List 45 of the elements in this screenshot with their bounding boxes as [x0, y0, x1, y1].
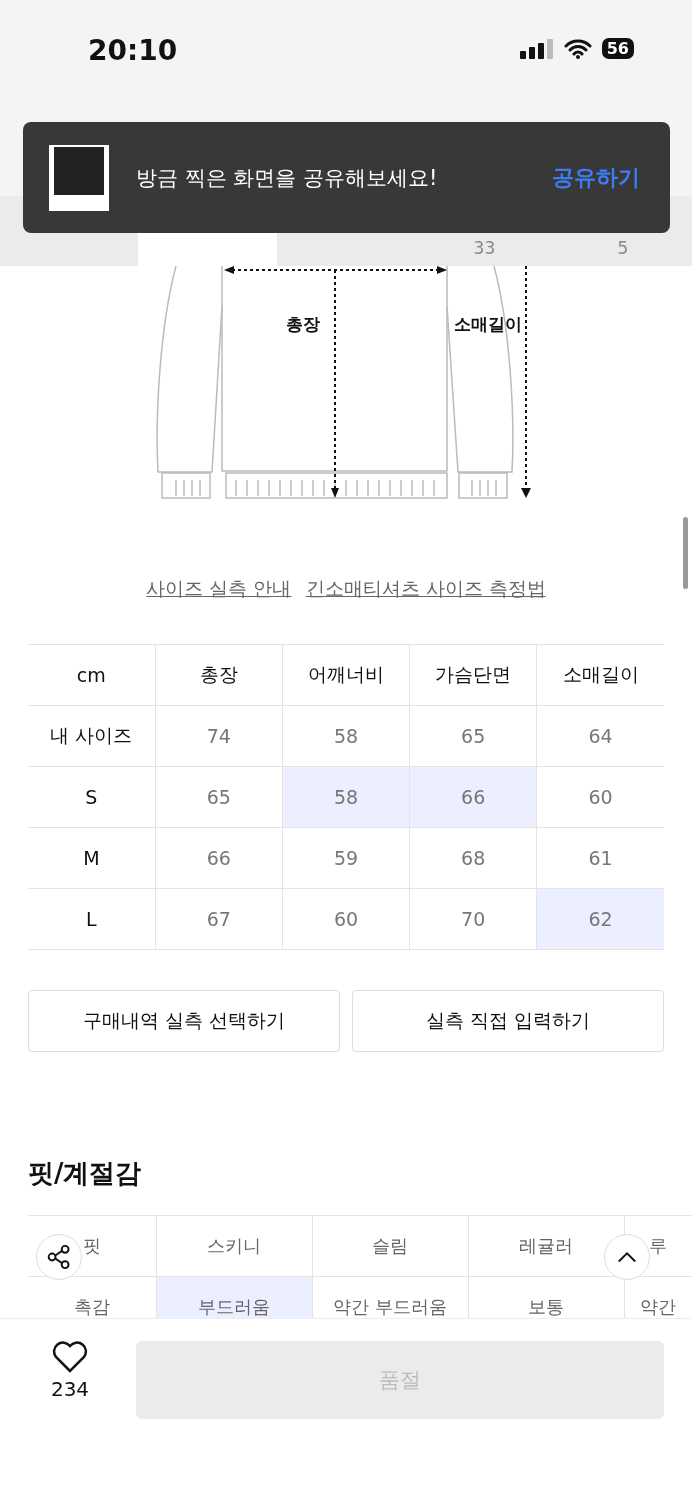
battery-icon: 56 [601, 38, 634, 59]
diagram-label: 소매길이 [454, 314, 522, 334]
share-link[interactable]: 공유하기 [552, 162, 640, 193]
measure-button[interactable]: 실측 직접 입력하기 [352, 990, 664, 1052]
heart-icon[interactable] [52, 1341, 88, 1373]
scrollbar [683, 517, 688, 589]
table-cell: 65 [155, 766, 283, 828]
photo-placeholder [49, 144, 109, 211]
share-button[interactable] [36, 1234, 82, 1280]
table-cell: 59 [282, 827, 410, 889]
toast-message: 방금 찍은 화면을 공유해보세요! [136, 164, 439, 192]
column-header: cm [28, 644, 156, 706]
table-cell: 70 [409, 888, 537, 950]
table-cell: 58 [282, 766, 410, 828]
wifi-icon [563, 38, 592, 59]
column-header: 총장 [155, 644, 283, 706]
table-cell: 스키니 [156, 1215, 312, 1277]
row-header: L [28, 888, 156, 950]
scroll-top-button[interactable] [604, 1234, 650, 1280]
column-header: 가슴단면 [409, 644, 537, 706]
section-title: 핏/계절감 [28, 1157, 143, 1190]
signal-icon [519, 38, 554, 59]
guide-link[interactable]: 긴소매티셔츠 사이즈 측정법 [305, 576, 546, 602]
column-header: 소매길이 [536, 644, 664, 706]
table-cell: 60 [282, 888, 410, 950]
measure-button[interactable]: 구매내역 실측 선택하기 [28, 990, 340, 1052]
table-cell: 66 [409, 766, 537, 828]
table-cell: 65 [409, 705, 537, 767]
row-header: S [28, 766, 156, 828]
table-cell: 66 [155, 827, 283, 889]
chevron-up-icon [617, 1251, 637, 1263]
table-cell: 62 [536, 888, 664, 950]
like-count: 234 [50, 1377, 90, 1401]
diagram-label: 총장 [286, 314, 320, 334]
row-header: 내 사이즈 [28, 705, 156, 767]
column-header: 어깨너비 [282, 644, 410, 706]
table-cell: 68 [409, 827, 537, 889]
table-cell: 74 [155, 705, 283, 767]
row-header: M [28, 827, 156, 889]
table-cell: 슬림 [312, 1215, 468, 1277]
table-cell: 67 [155, 888, 283, 950]
table-cell: 58 [282, 705, 410, 767]
share-icon [46, 1244, 72, 1270]
guide-link[interactable]: 사이즈 실측 안내 [146, 576, 292, 602]
status-time: 20:10 [88, 34, 178, 67]
